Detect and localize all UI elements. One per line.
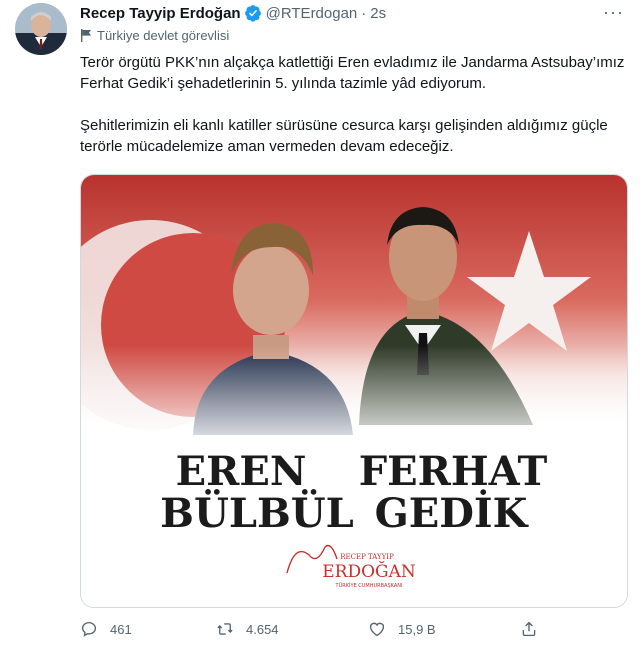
like-button[interactable]: 15,9 B xyxy=(368,620,436,638)
reply-count: 461 xyxy=(110,621,132,637)
retweet-button[interactable]: 4.654 xyxy=(216,620,279,638)
reply-button[interactable]: 461 xyxy=(80,620,132,638)
retweet-count: 4.654 xyxy=(246,621,279,637)
avatar[interactable] xyxy=(15,3,67,55)
tweet-image[interactable]: EREN BÜLBÜL FERHAT GEDİK RECEP TAYYIP ER… xyxy=(80,174,628,608)
account-label: Türkiye devlet görevlisi xyxy=(97,28,230,43)
time-separator: · xyxy=(361,4,367,22)
tweet-paragraph-1: Terör örgütü PKK’nın alçakça katlettiği … xyxy=(80,54,625,92)
tweet[interactable]: Recep Tayyip Erdoğan @RTErdogan · 2s ···… xyxy=(0,0,640,656)
share-button[interactable] xyxy=(520,620,550,638)
reply-icon xyxy=(81,621,97,637)
name-right-line2: GEDİK xyxy=(375,490,529,537)
signature-bottom: TÜRKİYE CUMHURBAŞKANI xyxy=(335,582,403,589)
like-icon xyxy=(369,622,385,637)
signature-top: RECEP TAYYIP xyxy=(340,553,394,561)
more-options-icon[interactable]: ··· xyxy=(603,2,624,23)
verified-badge-icon xyxy=(244,4,262,22)
retweet-icon xyxy=(217,623,233,635)
author-handle[interactable]: @RTErdogan xyxy=(266,5,358,22)
tweet-actions: 461 4.654 15,9 B xyxy=(80,620,550,644)
signature-main: ERDOĞAN xyxy=(322,561,416,582)
tweet-text: Terör örgütü PKK’nın alçakça katlettiği … xyxy=(80,52,628,157)
tweet-paragraph-2: Şehitlerimizin eli kanlı katiller sürüsü… xyxy=(80,117,608,155)
author-name[interactable]: Recep Tayyip Erdoğan xyxy=(80,5,241,22)
name-right-line1: FERHAT xyxy=(359,448,548,495)
like-count: 15,9 B xyxy=(398,621,436,637)
name-left-line2: BÜLBÜL xyxy=(160,490,354,537)
share-icon xyxy=(522,621,536,637)
government-flag-icon xyxy=(81,29,91,42)
tweet-time[interactable]: 2s xyxy=(370,5,386,22)
name-left-line1: EREN xyxy=(176,448,307,495)
